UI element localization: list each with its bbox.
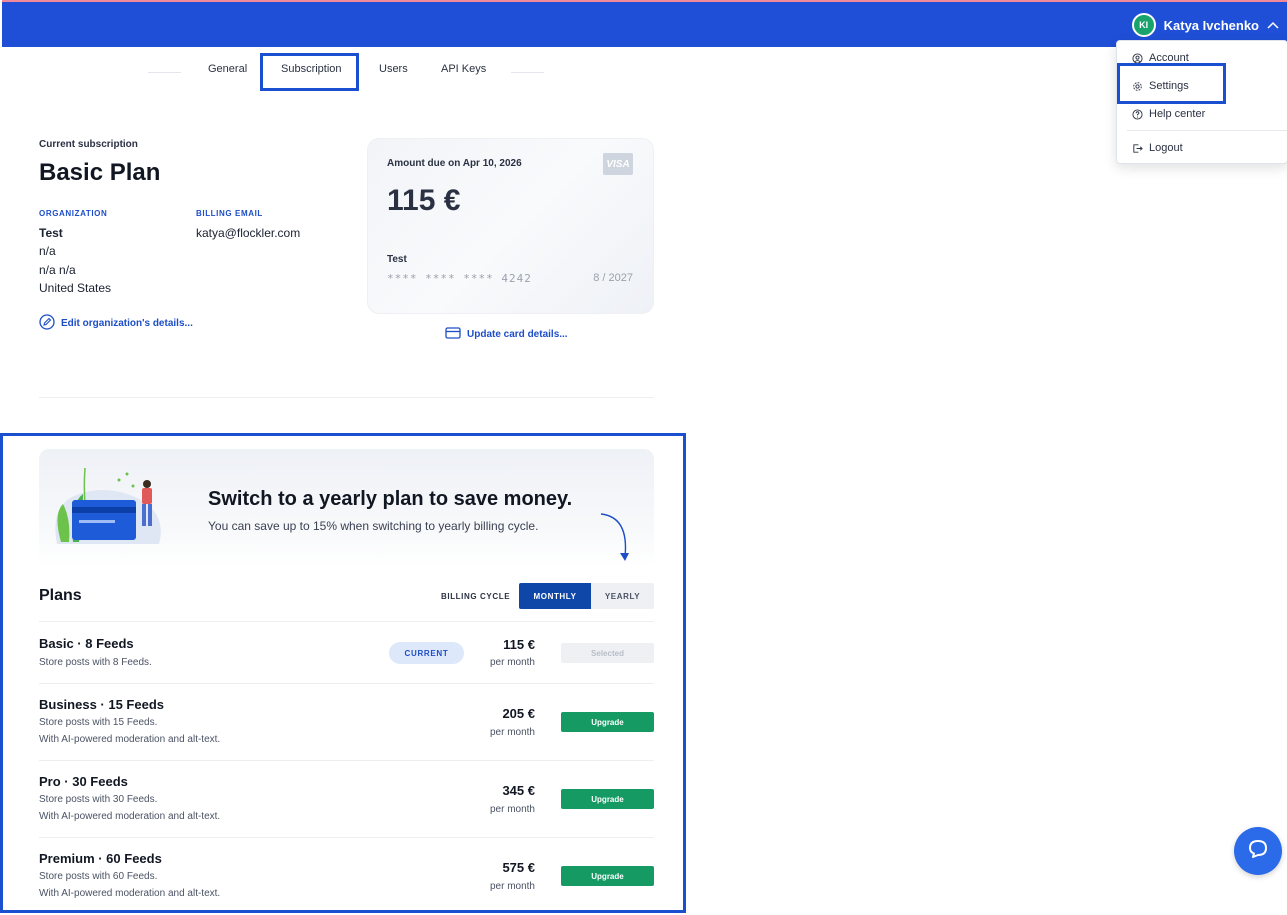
visa-logo-icon: VISA — [603, 153, 633, 175]
user-dropdown-menu: Account Settings Help center Logout — [1116, 40, 1287, 164]
plan-price: 345 € — [502, 783, 535, 798]
update-card-label: Update card details... — [467, 329, 568, 340]
card-expiry: 8 / 2027 — [593, 272, 633, 284]
current-plan-badge: CURRENT — [389, 642, 464, 664]
plan-name: Basic Plan — [39, 159, 161, 186]
promo-subtitle: You can save up to 15% when switching to… — [208, 519, 539, 533]
organization-address-line2: n/a n/a — [39, 263, 76, 277]
update-card-link[interactable]: Update card details... — [445, 327, 568, 342]
section-divider — [39, 397, 654, 398]
curved-arrow-icon — [600, 513, 629, 561]
plan-period: per month — [489, 804, 535, 815]
upgrade-button[interactable]: Upgrade — [561, 789, 654, 809]
chevron-up-icon — [1267, 18, 1279, 32]
tab-users[interactable]: Users — [379, 63, 408, 75]
monthly-option[interactable]: MONTHLY — [519, 583, 591, 609]
edit-organization-link[interactable]: Edit organization's details... — [39, 314, 193, 333]
user-menu-toggle[interactable]: KI Katya Ivchenko — [1131, 12, 1279, 38]
tab-divider-line — [511, 72, 544, 73]
organization-country: United States — [39, 281, 112, 295]
tab-general[interactable]: General — [208, 63, 247, 75]
amount-due-value: 115 € — [387, 184, 461, 217]
plan-price: 115 € — [503, 637, 535, 652]
plan-period: per month — [489, 881, 535, 892]
plan-description: Store posts with 60 Feeds. — [39, 871, 158, 882]
plan-row-business: Business · 15 Feeds Store posts with 15 … — [39, 683, 654, 760]
plan-title: Basic · 8 Feeds — [39, 636, 134, 651]
tab-divider-line — [148, 72, 181, 73]
logout-icon — [1132, 143, 1143, 154]
plans-heading: Plans — [39, 587, 82, 604]
menu-item-help-center[interactable]: Help center — [1117, 103, 1287, 125]
plan-description: Store posts with 15 Feeds. — [39, 717, 158, 728]
credit-card-icon — [445, 327, 461, 342]
plan-period: per month — [489, 657, 535, 668]
plan-title: Premium · 60 Feeds — [39, 851, 162, 866]
menu-item-account[interactable]: Account — [1117, 47, 1287, 69]
current-subscription-label: Current subscription — [39, 139, 138, 150]
plan-description: Store posts with 30 Feeds. — [39, 794, 158, 805]
plan-price: 205 € — [502, 706, 535, 721]
menu-item-label: Settings — [1149, 80, 1189, 92]
selected-button[interactable]: Selected — [561, 643, 654, 663]
edit-organization-label: Edit organization's details... — [61, 318, 193, 329]
tab-bar: General Subscription Users API Keys — [148, 55, 544, 91]
organization-label: ORGANIZATION — [39, 209, 108, 218]
promo-title: Switch to a yearly plan to save money. — [208, 488, 573, 510]
upgrade-button[interactable]: Upgrade — [561, 866, 654, 886]
plans-header: Plans BILLING CYCLE MONTHLY YEARLY — [39, 583, 654, 609]
payment-card: Amount due on Apr 10, 2026 VISA 115 € Te… — [367, 138, 654, 314]
plan-feature-note: With AI-powered moderation and alt-text. — [39, 811, 221, 822]
gear-icon — [1132, 81, 1143, 92]
menu-item-logout[interactable]: Logout — [1117, 137, 1287, 159]
user-circle-icon — [1132, 52, 1143, 64]
billing-email-value: katya@flockler.com — [196, 226, 301, 240]
menu-item-label: Help center — [1149, 108, 1206, 120]
yearly-option[interactable]: YEARLY — [591, 583, 654, 609]
billing-cycle-toggle: MONTHLY YEARLY — [519, 583, 654, 609]
menu-item-settings[interactable]: Settings — [1117, 75, 1287, 97]
plan-title: Business · 15 Feeds — [39, 697, 164, 712]
plan-title: Pro · 30 Feeds — [39, 774, 128, 789]
upgrade-button[interactable]: Upgrade — [561, 712, 654, 732]
plan-row-pro: Pro · 30 Feeds Store posts with 30 Feeds… — [39, 760, 654, 837]
menu-item-label: Account — [1149, 52, 1189, 64]
billing-email-label: BILLING EMAIL — [196, 209, 263, 218]
card-holder: Test — [387, 254, 407, 265]
billing-cycle-label: BILLING CYCLE — [441, 592, 511, 601]
promo-illustration — [55, 467, 161, 544]
top-bar: KI Katya Ivchenko — [2, 0, 1287, 47]
chat-widget-button[interactable] — [1234, 827, 1282, 875]
organization-name: Test — [39, 226, 63, 240]
menu-item-label: Logout — [1149, 142, 1183, 154]
card-number: **** **** **** 4242 — [387, 272, 532, 285]
plan-feature-note: With AI-powered moderation and alt-text. — [39, 888, 221, 899]
edit-pencil-icon — [39, 314, 55, 333]
menu-divider — [1127, 130, 1287, 131]
avatar: KI — [1131, 13, 1156, 37]
question-circle-icon — [1132, 108, 1143, 120]
tab-subscription[interactable]: Subscription — [281, 63, 342, 75]
yearly-plan-promo-banner: Switch to a yearly plan to save money. Y… — [39, 449, 654, 567]
plan-description: Store posts with 8 Feeds. — [39, 657, 152, 668]
amount-due-label: Amount due on Apr 10, 2026 — [387, 158, 522, 169]
chat-bubble-icon — [1246, 837, 1270, 866]
user-name: Katya Ivchenko — [1163, 17, 1259, 33]
plan-feature-note: With AI-powered moderation and alt-text. — [39, 734, 221, 745]
organization-address-line1: n/a — [39, 244, 56, 258]
plan-row-premium: Premium · 60 Feeds Store posts with 60 F… — [39, 837, 654, 909]
plan-period: per month — [489, 727, 535, 738]
plan-row-basic: Basic · 8 Feeds Store posts with 8 Feeds… — [39, 621, 654, 683]
plan-price: 575 € — [502, 860, 535, 875]
tab-api-keys[interactable]: API Keys — [441, 63, 486, 75]
